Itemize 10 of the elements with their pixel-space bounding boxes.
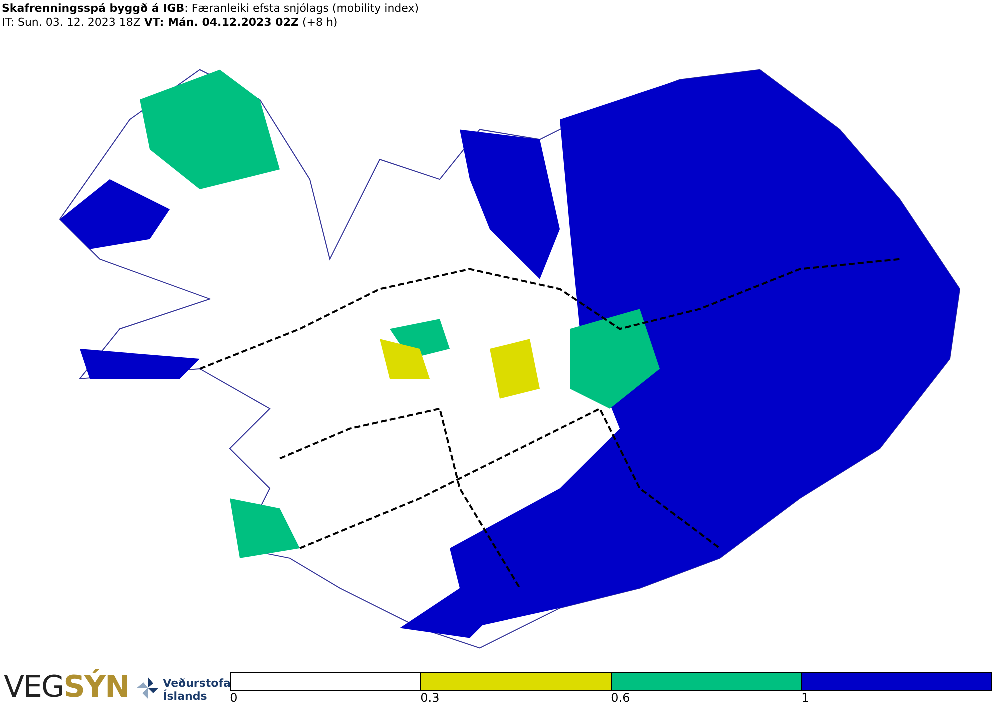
map-title: Skafrenningsspá byggð á IGB: Færanleiki efsta snjólags (mobility index) [2,2,420,16]
institute-name: Íslands [163,690,208,703]
legend-label: 0.3 [420,691,440,705]
vegsyn-logo: VEGSÝN [4,671,130,705]
diamond-logo-icon [135,675,162,701]
forecast-times: IT: Sun. 03. 12. 2023 18Z VT: Mán. 04.12.2023 02Z (+8 h) [2,16,338,30]
legend-label: 0 [230,691,238,705]
legend-label: 0.6 [611,691,630,705]
legend-label: 1 [802,691,810,705]
institute-name: Veðurstofa [163,677,231,690]
